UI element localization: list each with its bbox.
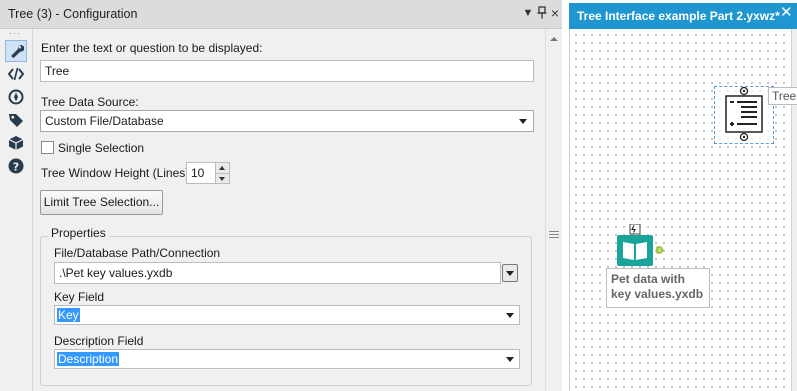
tree-tool-icon	[725, 86, 763, 142]
settings-tab-button[interactable]	[5, 86, 27, 108]
vertical-scrollbar[interactable]	[545, 29, 562, 391]
stepper-down-button[interactable]	[215, 173, 229, 183]
input-book-icon	[617, 223, 664, 266]
input-tool-caption: Pet data with key values.yxdb	[606, 268, 710, 308]
limit-tree-selection-button[interactable]: Limit Tree Selection...	[40, 190, 163, 215]
drag-grip-icon: ···	[9, 28, 21, 38]
source-label: Tree Data Source:	[41, 95, 139, 109]
chevron-down-icon	[506, 357, 514, 362]
tab-close-icon[interactable]: ✕	[780, 5, 793, 20]
help-icon: ?	[8, 158, 24, 174]
key-field-label: Key Field	[54, 290, 105, 304]
prompt-label: Enter the text or question to be display…	[41, 41, 263, 55]
help-tab-button[interactable]: ?	[5, 155, 27, 177]
tag-icon	[9, 114, 23, 127]
canvas-scrollbar[interactable]	[791, 29, 797, 391]
compass-icon	[8, 89, 24, 105]
path-label: File/Database Path/Connection	[54, 246, 221, 260]
path-input[interactable]: .\Pet key values.yxdb	[54, 262, 501, 284]
key-field-value: Key	[57, 308, 80, 322]
arrow-up-icon	[219, 166, 225, 170]
path-dropdown-button[interactable]	[502, 264, 518, 282]
description-field-value: Description	[57, 352, 120, 366]
single-selection-label: Single Selection	[58, 141, 145, 155]
prompt-text-input[interactable]: Tree	[40, 60, 534, 82]
tree-tool-node[interactable]	[714, 86, 774, 144]
splitter-grip-icon[interactable]	[549, 231, 559, 238]
description-field-select[interactable]: Description	[54, 349, 520, 369]
cube-icon	[8, 136, 24, 150]
scroll-up-icon[interactable]	[550, 37, 558, 41]
height-stepper[interactable]: 10	[186, 162, 230, 184]
metadata-tab-button[interactable]	[5, 132, 27, 154]
wrench-icon	[11, 45, 24, 58]
single-selection-checkbox[interactable]	[41, 141, 54, 154]
data-source-value: Custom File/Database	[45, 114, 164, 128]
panel-close-icon[interactable]: ×	[549, 6, 561, 20]
height-label: Tree Window Height (Lines):	[41, 166, 193, 180]
svg-text:?: ?	[13, 160, 19, 173]
height-value: 10	[191, 166, 205, 180]
panel-menu-dropdown-icon[interactable]: ▼	[522, 6, 534, 20]
arrow-down-icon	[219, 177, 225, 181]
tree-tool-label: Tree	[768, 87, 797, 105]
annotation-tab-button[interactable]	[5, 63, 27, 85]
pin-icon[interactable]	[536, 6, 548, 20]
workflow-tab-title: Tree Interface example Part 2.yxwz*	[577, 9, 780, 23]
chevron-down-icon	[506, 271, 514, 276]
panel-title: Tree (3) - Configuration	[8, 7, 138, 21]
description-field-label: Description Field	[54, 334, 144, 348]
data-source-select[interactable]: Custom File/Database	[40, 110, 534, 132]
code-tags-icon	[8, 67, 24, 81]
properties-legend: Properties	[48, 226, 109, 240]
input-data-tool-node[interactable]	[615, 223, 664, 268]
workflow-canvas[interactable]	[569, 29, 791, 391]
tags-tab-button[interactable]	[5, 109, 27, 131]
configuration-tab-button[interactable]	[5, 40, 27, 62]
chevron-down-icon	[519, 119, 527, 124]
key-field-select[interactable]: Key	[54, 305, 520, 325]
chevron-down-icon	[506, 313, 514, 318]
stepper-up-button[interactable]	[215, 163, 229, 173]
